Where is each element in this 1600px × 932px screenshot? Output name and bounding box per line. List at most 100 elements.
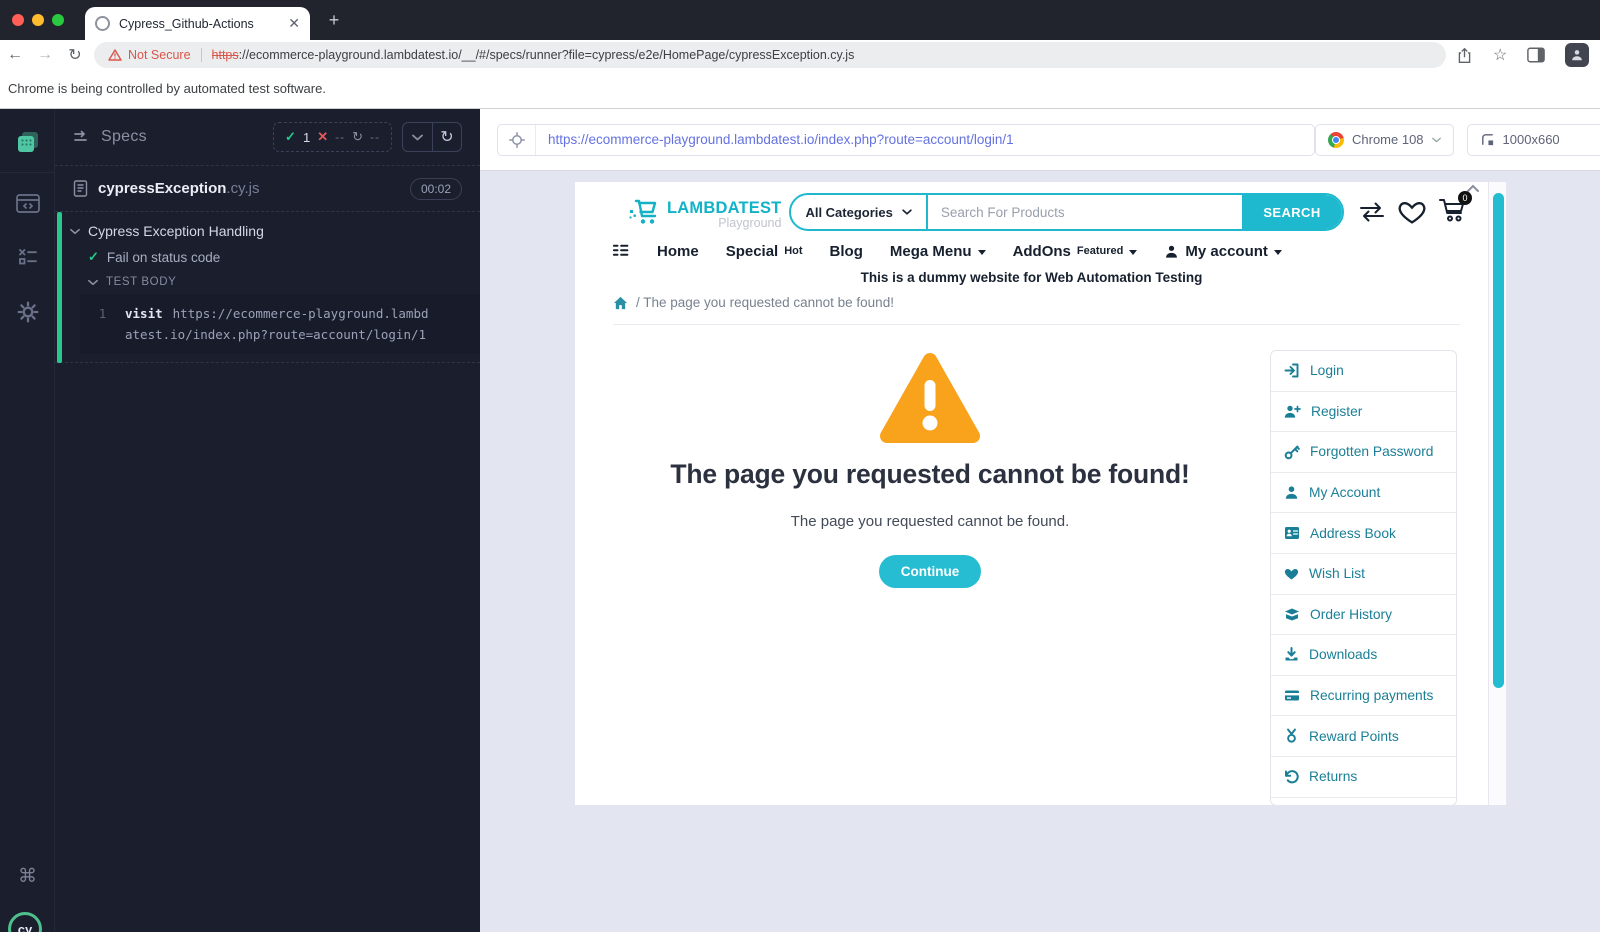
runs-nav-icon[interactable] xyxy=(0,194,55,219)
profile-avatar[interactable] xyxy=(1565,43,1590,67)
category-dropdown[interactable]: All Categories xyxy=(791,195,925,229)
site-logo[interactable]: LAMBDATEST Playground xyxy=(627,194,781,230)
running-icon: ↻ xyxy=(352,129,363,144)
tab-title: Cypress_Github-Actions xyxy=(119,16,254,31)
user-icon xyxy=(1285,486,1298,499)
account-menu-item-reward-points[interactable]: Reward Points xyxy=(1271,716,1456,757)
minimize-window-button[interactable] xyxy=(32,14,44,26)
window-controls[interactable] xyxy=(12,14,64,26)
aut-header-right: Chrome 108 1000x660 xyxy=(1315,123,1600,156)
viewport-size: 1000x660 xyxy=(1502,132,1560,147)
selector-playground-button[interactable] xyxy=(498,124,536,155)
account-menu-item-my-account[interactable]: My Account xyxy=(1271,473,1456,514)
maximize-window-button[interactable] xyxy=(52,14,64,26)
collapse-chevron-button[interactable] xyxy=(403,123,432,151)
account-menu-item-register[interactable]: Register xyxy=(1271,392,1456,433)
forward-icon[interactable]: → xyxy=(30,46,60,64)
browser-name: Chrome 108 xyxy=(1352,132,1424,147)
search-button[interactable]: SEARCH xyxy=(1242,195,1342,229)
browser-tabstrip: Cypress_Github-Actions ✕ + xyxy=(0,0,1600,40)
gift-box-icon xyxy=(1285,608,1299,621)
site-nav: Home Special Hot Blog Mega Menu AddOns Fea… xyxy=(613,239,1468,263)
account-menu-item-forgotten-password[interactable]: Forgotten Password xyxy=(1271,432,1456,473)
viewport-icon xyxy=(1481,134,1493,146)
url-rest: ://ecommerce-playground.lambdatest.io/__… xyxy=(238,48,855,62)
cart-count-badge: 0 xyxy=(1458,191,1472,205)
account-menu-item-downloads[interactable]: Downloads xyxy=(1271,635,1456,676)
site-tagline: This is a dummy website for Web Automati… xyxy=(860,270,1203,285)
wishlist-heart-icon[interactable] xyxy=(1398,200,1426,225)
breadcrumb-text: / The page you requested cannot be found… xyxy=(636,295,894,310)
site-header: LAMBDATEST Playground All Categories Sea… xyxy=(627,191,1472,232)
aut-url-bar[interactable] xyxy=(497,123,1315,156)
settings-gear-icon[interactable] xyxy=(0,301,55,328)
specs-nav-icon[interactable] xyxy=(0,129,55,160)
search-bar: All Categories SEARCH xyxy=(789,193,1344,231)
continue-button[interactable]: Continue xyxy=(878,555,982,588)
test-body-row[interactable]: TEST BODY xyxy=(55,270,480,294)
caret-down-icon xyxy=(1129,249,1138,255)
test-stats: ✓ 1 ✕ -- ↻ -- xyxy=(273,122,392,152)
share-icon[interactable] xyxy=(1456,47,1473,64)
account-menu-item-recurring-payments[interactable]: Recurring payments xyxy=(1271,676,1456,717)
bookmark-star-icon[interactable]: ☆ xyxy=(1493,45,1507,65)
tab-close-icon[interactable]: ✕ xyxy=(288,15,300,32)
code-line-number: 1 xyxy=(98,306,107,321)
debugger-nav-icon[interactable] xyxy=(0,247,55,272)
account-menu-item-login[interactable]: Login xyxy=(1271,351,1456,392)
error-content: The page you requested cannot be found! … xyxy=(605,350,1255,588)
spec-file-row[interactable]: cypressException .cy.js 00:02 xyxy=(55,166,480,211)
cypress-logo[interactable]: cy xyxy=(8,912,42,932)
rerun-tests-button[interactable]: ↻ xyxy=(432,123,461,151)
back-icon[interactable]: ← xyxy=(0,46,30,64)
omnibox-separator xyxy=(200,48,202,62)
test-row[interactable]: ✓ Fail on status code xyxy=(55,244,480,270)
nav-home[interactable]: Home xyxy=(657,243,699,260)
test-title: Fail on status code xyxy=(106,249,221,265)
url-scheme: https xyxy=(211,48,239,62)
account-menu-item-wish-list[interactable]: Wish List xyxy=(1271,554,1456,595)
search-input[interactable] xyxy=(927,204,1242,220)
suite-row[interactable]: Cypress Exception Handling xyxy=(55,218,480,244)
viewport-size-indicator[interactable]: 1000x660 xyxy=(1466,123,1600,156)
account-menu-item-address-book[interactable]: Address Book xyxy=(1271,513,1456,554)
account-menu-item-order-history[interactable]: Order History xyxy=(1271,595,1456,636)
menu-burger-icon[interactable] xyxy=(613,244,630,258)
browser-toolbar: ← → ↻ Not Secure https://ecommerce-playg… xyxy=(0,40,1600,70)
browser-tab[interactable]: Cypress_Github-Actions ✕ xyxy=(85,7,310,40)
home-icon[interactable] xyxy=(613,296,628,310)
failed-x-icon: ✕ xyxy=(317,129,329,144)
account-menu-item-partial xyxy=(1271,798,1456,805)
nav-my-account[interactable]: My account xyxy=(1164,243,1282,260)
aut-url-input[interactable] xyxy=(536,132,1314,147)
close-window-button[interactable] xyxy=(12,14,24,26)
nav-addons[interactable]: AddOns Featured xyxy=(1013,243,1138,260)
chevron-down-icon xyxy=(70,228,80,234)
aut-scrollbar-track[interactable] xyxy=(1488,182,1507,805)
nav-special[interactable]: Special Hot xyxy=(726,243,803,260)
nav-blog[interactable]: Blog xyxy=(830,243,863,260)
cypress-app: ⌘ cy Specs ✓ 1 ✕ -- ↻ -- ↻ cypressExcept… xyxy=(0,109,1600,932)
account-menu-item-returns[interactable]: Returns xyxy=(1271,757,1456,798)
logo-subtitle: Playground xyxy=(718,216,782,230)
automation-banner: Chrome is being controlled by automated … xyxy=(0,70,1600,109)
specs-list-icon xyxy=(74,130,87,141)
side-panel-icon[interactable] xyxy=(1527,47,1546,63)
code-keyword: visit xyxy=(125,306,163,321)
code-content: visit https://ecommerce-playground.lambda… xyxy=(125,303,435,345)
cart-button[interactable]: 0 xyxy=(1438,191,1472,228)
browser-selector[interactable]: Chrome 108 xyxy=(1315,123,1454,156)
keyboard-shortcuts-icon[interactable]: ⌘ xyxy=(0,865,55,888)
rail-divider xyxy=(0,172,55,173)
test-tree: Cypress Exception Handling ✓ Fail on sta… xyxy=(55,212,480,363)
address-bar[interactable]: Not Secure https://ecommerce-playground.… xyxy=(94,42,1446,68)
new-tab-button[interactable]: + xyxy=(322,9,346,33)
aut-scrollbar-thumb[interactable] xyxy=(1492,193,1504,688)
compare-arrows-icon[interactable] xyxy=(1358,201,1386,223)
toolbar-right: ☆ xyxy=(1456,43,1590,67)
nav-mega-menu[interactable]: Mega Menu xyxy=(890,243,986,260)
cypress-nav-rail: ⌘ cy xyxy=(0,109,55,932)
reload-icon[interactable]: ↻ xyxy=(60,45,90,65)
medal-icon xyxy=(1287,728,1296,743)
test-code-block[interactable]: 1 visit https://ecommerce-playground.lamb… xyxy=(80,294,480,354)
